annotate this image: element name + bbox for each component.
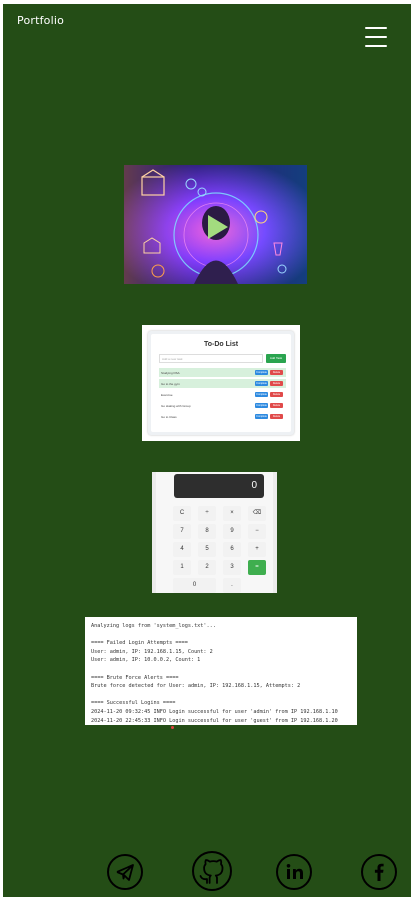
telegram-link[interactable] [107,854,143,890]
calculator-display: 0 [174,474,264,498]
todo-item-text: Go to the gym [161,382,180,386]
todo-item-text: Go to Class [161,415,177,419]
todo-input: Add a new task [159,354,263,363]
complete-button: Complete [255,403,268,408]
complete-button: Complete [255,381,268,386]
menu-bar [365,27,387,29]
project-calculator-thumbnail[interactable]: 0 C ÷ × ⌫ 7 8 9− 4 5 6 +1 2 3 = 0. [152,472,277,593]
brand-title[interactable]: Portfolio [17,14,64,27]
log-line: ==== Successful Logins ==== [91,700,176,707]
todo-item-text: Go skating with Group [161,404,191,408]
calculator-key: 0 [173,578,216,593]
calculator-key: 9 [223,524,241,539]
linkedin-link[interactable] [276,854,312,890]
project-log-analyzer-thumbnail[interactable]: Analyzing logs from 'system_logs.txt'...… [85,617,357,725]
log-line: User: admin, IP: 192.168.1.15, Count: 2 [91,648,213,655]
ai-video-art [124,165,307,284]
facebook-link[interactable] [361,854,397,890]
calculator-key: = [248,560,266,575]
complete-button: Complete [255,392,268,397]
calculator-key: 5 [198,542,216,557]
todo-title: To-Do List [203,341,239,348]
log-line: Analyzing logs from 'system_logs.txt'... [91,623,216,629]
todo-item-text: Exercise [161,393,173,397]
log-line: 2024-11-20 22:45:33 INFO Login successfu… [91,717,338,724]
complete-button: Complete [255,414,268,419]
calculator-key: 7 [173,524,191,539]
delete-button: Delete [270,403,283,408]
todo-item: Exercise Complete Delete [159,390,286,399]
log-line: ==== Failed Login Attempts ==== [91,640,188,647]
delete-button: Delete [270,392,283,397]
carousel-indicator-dot [171,726,174,729]
telegram-icon [116,864,134,881]
calculator-key: − [248,524,266,539]
facebook-icon [374,863,384,881]
calculator-key: 4 [173,542,191,557]
log-line: ==== Brute Force Alerts ==== [91,674,179,681]
todo-item: Studying DSA Complete Delete [159,368,286,377]
calculator-key: ÷ [198,506,216,521]
calculator-key: + [248,542,266,557]
delete-button: Delete [270,414,283,419]
log-line: 2024-11-20 09:32:45 INFO Login successfu… [91,708,338,715]
calculator-key: 6 [223,542,241,557]
log-output: Analyzing logs from 'system_logs.txt'...… [91,622,353,724]
github-icon [199,859,224,884]
github-link[interactable] [192,851,232,891]
log-line: Brute force detected for User: admin, IP… [91,683,301,690]
calculator-key: . [223,578,241,593]
complete-button: Complete [255,370,268,375]
todo-add-button: Add Task [266,354,286,363]
calculator-key: 1 [173,560,191,575]
menu-bar [365,45,387,47]
hamburger-menu-icon[interactable] [363,24,391,50]
linkedin-icon [286,864,303,879]
calculator-key: ⌫ [248,506,266,521]
calculator-key: 2 [198,560,216,575]
delete-button: Delete [270,370,283,375]
log-line: User: admin, IP: 10.0.0.2, Count: 1 [91,657,201,664]
todo-app-window: To-Do List Add a new task Add Task Study… [148,331,294,435]
todo-item-text: Studying DSA [161,371,180,375]
calculator-body: 0 C ÷ × ⌫ 7 8 9− 4 5 6 +1 2 3 = 0. [156,472,273,593]
page-frame: Portfolio To-Do List Add a new task Add … [3,4,411,897]
todo-item: Go to the gym Complete Delete [159,379,286,388]
delete-button: Delete [270,381,283,386]
project-ai-video-thumbnail[interactable] [124,165,307,284]
todo-panel: To-Do List Add a new task Add Task Study… [151,334,291,432]
calculator-key: C [173,506,191,521]
project-todo-thumbnail[interactable]: To-Do List Add a new task Add Task Study… [142,325,300,441]
calculator-key: 3 [223,560,241,575]
calculator-key: 8 [198,524,216,539]
menu-bar [365,36,387,38]
todo-item: Go skating with Group Complete Delete [159,401,286,410]
todo-item: Go to Class Complete Delete [159,412,286,421]
calculator-key: × [223,506,241,521]
